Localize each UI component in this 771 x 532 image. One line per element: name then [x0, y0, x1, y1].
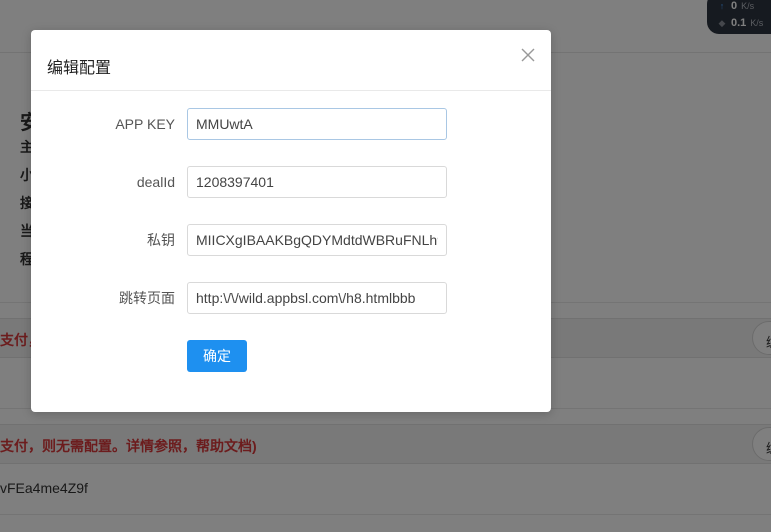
dialog-header: 编辑配置: [31, 30, 551, 91]
deal-id-row: dealId: [31, 166, 551, 198]
dialog-title: 编辑配置: [47, 60, 112, 77]
app-key-input[interactable]: [187, 108, 447, 140]
redirect-page-input[interactable]: [187, 282, 447, 314]
confirm-button[interactable]: 确定: [187, 340, 247, 372]
app-key-label: APP KEY: [115, 116, 175, 132]
redirect-page-row: 跳转页面: [31, 282, 551, 314]
app-key-row: APP KEY: [31, 108, 551, 140]
deal-id-input[interactable]: [187, 166, 447, 198]
edit-config-dialog: 编辑配置 APP KEY dealId 私钥 跳转页面 确定: [31, 30, 551, 412]
private-key-input[interactable]: [187, 224, 447, 256]
redirect-page-label: 跳转页面: [119, 290, 175, 306]
close-icon: [521, 48, 535, 62]
deal-id-label: dealId: [136, 174, 175, 190]
private-key-row: 私钥: [31, 224, 551, 256]
close-button[interactable]: [518, 45, 538, 65]
private-key-label: 私钥: [147, 232, 175, 248]
